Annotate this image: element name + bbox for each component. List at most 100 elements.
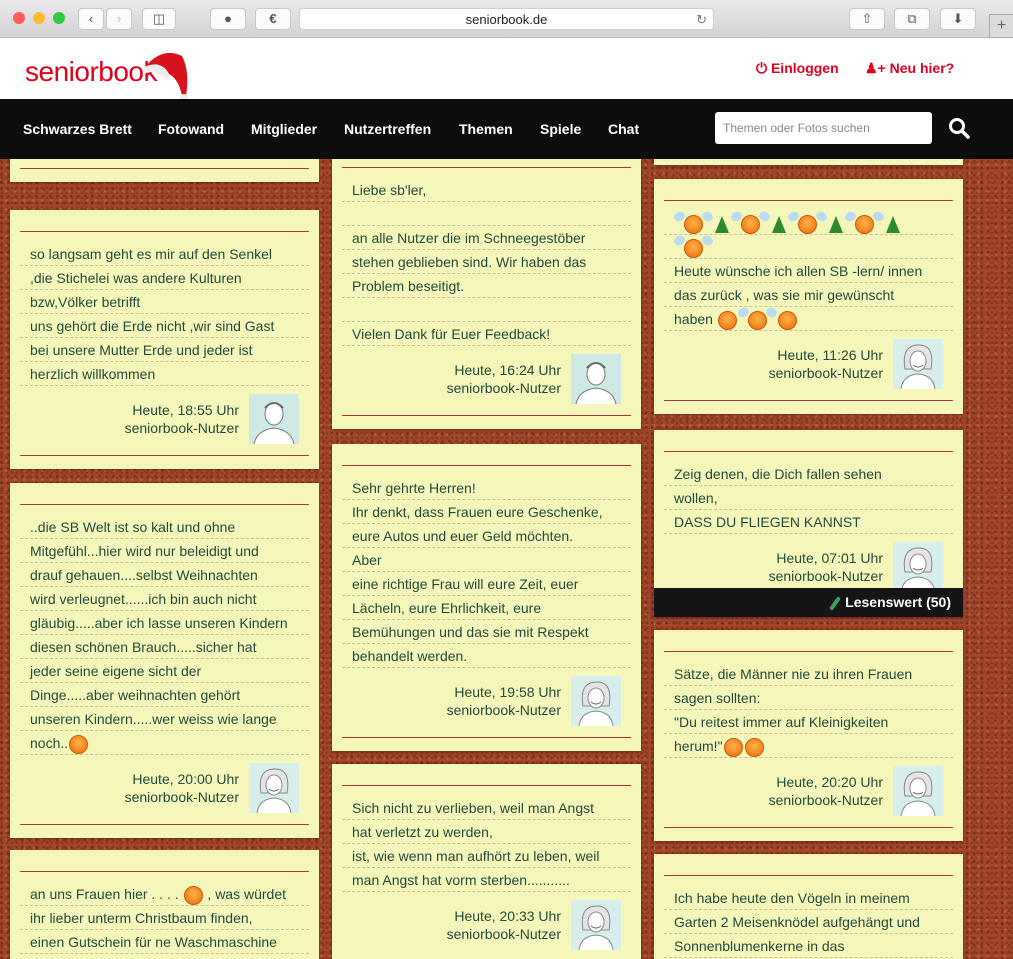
nav-themen[interactable]: Themen xyxy=(459,121,513,137)
post-text: Mitgefühl...hier wird nur beleidigt und xyxy=(30,543,259,559)
post-line: noch.. xyxy=(20,731,309,755)
euro-icon[interactable]: € xyxy=(255,8,291,30)
search-icon[interactable] xyxy=(948,117,970,139)
post-author[interactable]: seniorbook-Nutzer xyxy=(769,791,883,809)
post-line: eure Autos und euer Geld möchten. xyxy=(342,524,631,548)
close-window-button[interactable] xyxy=(13,12,25,24)
url-text: seniorbook.de xyxy=(465,12,548,27)
tree-emoji-icon xyxy=(886,215,900,233)
avatar-female[interactable] xyxy=(249,763,299,814)
angel-emoji-icon xyxy=(741,214,760,234)
post-line: Problem beseitigt. xyxy=(342,274,631,298)
post-meta: Heute, 16:24 Uhr seniorbook-Nutzer xyxy=(447,361,561,397)
chat-bubble-icon[interactable]: ● xyxy=(210,8,246,30)
post-footer: Heute, 11:26 Uhr seniorbook-Nutzer xyxy=(664,339,943,390)
post-author[interactable]: seniorbook-Nutzer xyxy=(447,701,561,719)
post-line xyxy=(342,298,631,322)
post-line: DASS DU FLIEGEN KANNST xyxy=(664,510,953,534)
reload-icon[interactable]: ↻ xyxy=(696,9,707,30)
avatar-female[interactable] xyxy=(893,766,943,817)
divider-line xyxy=(342,167,631,168)
logo[interactable]: seniorbook xyxy=(25,56,157,88)
post-text: Bemühungen und das sie mit Respekt xyxy=(352,624,589,640)
divider-line xyxy=(342,785,631,786)
post-time: Heute, 20:00 Uhr xyxy=(132,771,239,787)
post-text: DASS DU FLIEGEN KANNST xyxy=(674,514,861,530)
post-line: Lächeln, eure Ehrlichkeit, eure xyxy=(342,596,631,620)
divider-line xyxy=(664,200,953,201)
share-icon[interactable]: ⇧ xyxy=(849,8,885,30)
post-text: man Angst hat vorm sterben........... xyxy=(352,872,570,888)
post-time: Heute, 11:26 Uhr xyxy=(777,347,883,363)
post-line: Zeig denen, die Dich fallen sehen xyxy=(664,462,953,486)
address-bar[interactable]: seniorbook.de ↻ xyxy=(299,8,714,30)
post-line: Vielen Dank für Euer Feedback! xyxy=(342,322,631,346)
post-author[interactable]: seniorbook-Nutzer xyxy=(447,379,561,397)
divider-line xyxy=(20,168,309,169)
post-text: unseren Kindern.....wer weiss wie lange xyxy=(30,711,277,727)
recommend-bar[interactable]: Lesenswert (50) xyxy=(654,588,963,617)
nav-schwarzes-brett[interactable]: Schwarzes Brett xyxy=(23,121,132,137)
zoom-window-button[interactable] xyxy=(53,12,65,24)
avatar-male[interactable] xyxy=(571,354,621,405)
site-header: seniorbook ⏻ Einloggen ♟+ Neu hier? xyxy=(0,38,1013,104)
post-author[interactable]: seniorbook-Nutzer xyxy=(125,788,239,806)
login-link[interactable]: ⏻ Einloggen xyxy=(756,60,839,77)
post-line: sagen sollten: xyxy=(664,686,953,710)
nav-nutzertreffen[interactable]: Nutzertreffen xyxy=(344,121,431,137)
post-author[interactable]: seniorbook-Nutzer xyxy=(769,567,883,585)
post-author[interactable]: seniorbook-Nutzer xyxy=(125,419,239,437)
post-line: bzw,Völker betrifft xyxy=(20,290,309,314)
post-body: so langsam geht es mir auf den Senkel ,di… xyxy=(20,242,309,386)
post-author[interactable]: seniorbook-Nutzer xyxy=(769,364,883,382)
grin-emoji-icon xyxy=(777,310,797,330)
post-text: haben xyxy=(674,311,717,327)
post-line: Bemühungen und das sie mit Respekt xyxy=(342,620,631,644)
nav-fotowand[interactable]: Fotowand xyxy=(158,121,224,137)
tabs-overview-icon[interactable]: ⧉ xyxy=(894,8,930,30)
post-text: behandelt werden. xyxy=(352,648,468,664)
post-card: Zeig denen, die Dich fallen sehen wollen,… xyxy=(654,430,963,617)
avatar-female[interactable] xyxy=(893,542,943,593)
download-icon[interactable]: ⬇ xyxy=(940,8,976,30)
post-text: , was würdet xyxy=(203,886,287,902)
register-link[interactable]: ♟+ Neu hier? xyxy=(865,60,954,77)
post-line: gläubig.....aber ich lasse unseren Kinde… xyxy=(20,611,309,635)
divider-line xyxy=(20,504,309,505)
post-text: Zeig denen, die Dich fallen sehen xyxy=(674,466,882,482)
post-text: Sonnenblumenkerne in das xyxy=(674,938,845,954)
nav-mitglieder[interactable]: Mitglieder xyxy=(251,121,317,137)
post-line: herzlich willkommen xyxy=(20,362,309,386)
post-text: ..die SB Welt ist so kalt und ohne xyxy=(30,519,236,535)
post-author[interactable]: seniorbook-Nutzer xyxy=(447,925,561,943)
new-tab-button[interactable]: + xyxy=(989,14,1013,38)
nav-spiele[interactable]: Spiele xyxy=(540,121,581,137)
post-line: Mitgefühl...hier wird nur beleidigt und xyxy=(20,539,309,563)
post-line xyxy=(664,235,953,259)
post-line: stehen geblieben sind. Wir haben das xyxy=(342,250,631,274)
post-line: ihr lieber unterm Christbaum finden, xyxy=(20,906,309,930)
avatar-female[interactable] xyxy=(571,676,621,727)
post-text: herum!" xyxy=(674,738,723,754)
post-line xyxy=(20,954,309,959)
post-text: Ihr denkt, dass Frauen eure Geschenke, xyxy=(352,504,603,520)
back-button[interactable]: ‹ xyxy=(78,8,104,30)
nav-chat[interactable]: Chat xyxy=(608,121,639,137)
search-input[interactable] xyxy=(715,112,932,144)
avatar-female[interactable] xyxy=(893,339,943,390)
logo-text-senior: senior xyxy=(25,56,99,87)
feather-icon xyxy=(829,596,842,611)
forward-button[interactable]: › xyxy=(106,8,132,30)
angel-emoji-icon xyxy=(747,310,767,330)
post-text: Aber xyxy=(352,552,382,568)
sidebar-toggle-icon[interactable]: ◫ xyxy=(142,8,176,30)
post-card: Sätze, die Männer nie zu ihren Frauen sag… xyxy=(654,630,963,841)
avatar-male[interactable] xyxy=(249,394,299,445)
minimize-window-button[interactable] xyxy=(33,12,45,24)
post-time: Heute, 07:01 Uhr xyxy=(776,550,883,566)
avatar-female[interactable] xyxy=(571,900,621,951)
register-label: Neu hier? xyxy=(889,60,955,76)
post-line: das zurück , was sie mir gewünscht xyxy=(664,283,953,307)
browser-toolbar: ‹ › ◫ ● € seniorbook.de ↻ ⇧ ⧉ ⬇ + xyxy=(0,0,1013,38)
post-body: Zeig denen, die Dich fallen sehen wollen,… xyxy=(664,462,953,534)
